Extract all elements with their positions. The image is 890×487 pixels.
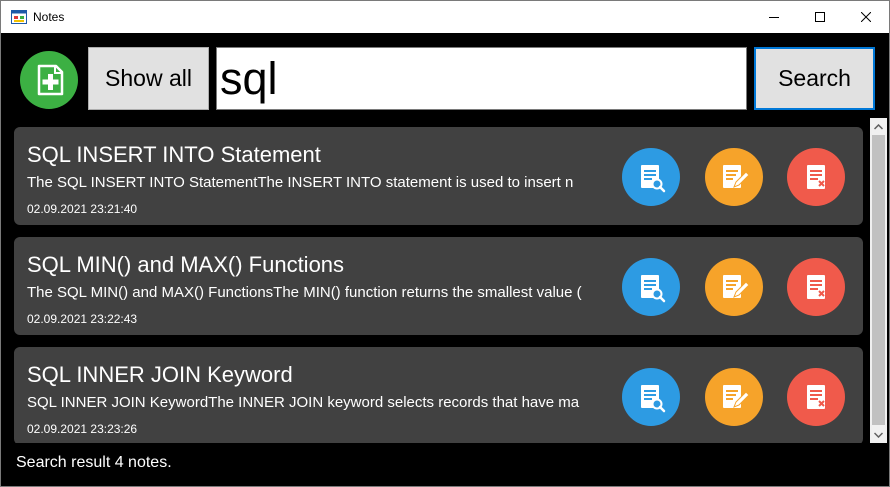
- delete-note-button[interactable]: [787, 368, 845, 426]
- note-preview: The SQL MIN() and MAX() FunctionsThe MIN…: [27, 284, 582, 301]
- delete-note-icon: [807, 275, 825, 299]
- search-input[interactable]: [216, 47, 747, 110]
- delete-note-icon: [807, 385, 825, 409]
- note-title: SQL MIN() and MAX() Functions: [27, 252, 345, 277]
- minimize-icon: [769, 17, 779, 18]
- add-note-icon: [37, 64, 64, 96]
- note-card[interactable]: SQL INSERT INTO Statement The SQL INSERT…: [14, 127, 863, 225]
- close-icon: [861, 12, 871, 22]
- scroll-down-button[interactable]: [870, 426, 887, 443]
- edit-note-icon: [723, 385, 750, 408]
- show-all-button[interactable]: Show all: [88, 47, 209, 110]
- note-card[interactable]: SQL MIN() and MAX() Functions The SQL MI…: [14, 237, 863, 335]
- note-date: 02.09.2021 23:23:26: [27, 422, 138, 436]
- scroll-up-button[interactable]: [870, 118, 887, 135]
- edit-note-button[interactable]: [705, 148, 763, 206]
- note-preview: SQL INNER JOIN KeywordThe INNER JOIN key…: [27, 394, 580, 411]
- edit-note-icon: [723, 165, 750, 188]
- note-date: 02.09.2021 23:22:43: [27, 312, 138, 326]
- view-note-button[interactable]: [622, 258, 680, 316]
- edit-note-button[interactable]: [705, 258, 763, 316]
- note-card[interactable]: SQL INNER JOIN Keyword SQL INNER JOIN Ke…: [14, 347, 863, 443]
- window-title: Notes: [33, 10, 65, 24]
- note-title: SQL INSERT INTO Statement: [27, 142, 321, 167]
- title-bar: Notes: [1, 1, 889, 33]
- edit-note-icon: [723, 275, 750, 298]
- view-note-icon: [641, 385, 666, 413]
- view-note-button[interactable]: [622, 368, 680, 426]
- search-status: Search result 4 notes.: [16, 454, 172, 471]
- chevron-up-icon: [874, 123, 883, 130]
- add-note-button[interactable]: [20, 51, 78, 109]
- notes-list[interactable]: SQL INSERT INTO Statement The SQL INSERT…: [13, 118, 869, 443]
- delete-note-button[interactable]: [787, 258, 845, 316]
- search-button[interactable]: Search: [754, 47, 875, 110]
- view-note-icon: [641, 165, 666, 193]
- maximize-button[interactable]: [797, 1, 843, 33]
- delete-note-button[interactable]: [787, 148, 845, 206]
- edit-note-button[interactable]: [705, 368, 763, 426]
- note-date: 02.09.2021 23:21:40: [27, 202, 138, 216]
- note-title: SQL INNER JOIN Keyword: [27, 362, 293, 387]
- minimize-button[interactable]: [751, 1, 797, 33]
- chevron-down-icon: [874, 431, 883, 438]
- notes-window: Notes Show all Search SQL INSERT INTO St…: [0, 0, 890, 487]
- maximize-icon: [815, 12, 825, 22]
- close-button[interactable]: [843, 1, 889, 33]
- vertical-scrollbar[interactable]: [870, 118, 887, 443]
- scroll-thumb[interactable]: [872, 135, 885, 425]
- app-window-icon: [11, 10, 27, 24]
- note-preview: The SQL INSERT INTO StatementThe INSERT …: [27, 174, 574, 191]
- view-note-button[interactable]: [622, 148, 680, 206]
- view-note-icon: [641, 275, 666, 303]
- delete-note-icon: [807, 165, 825, 189]
